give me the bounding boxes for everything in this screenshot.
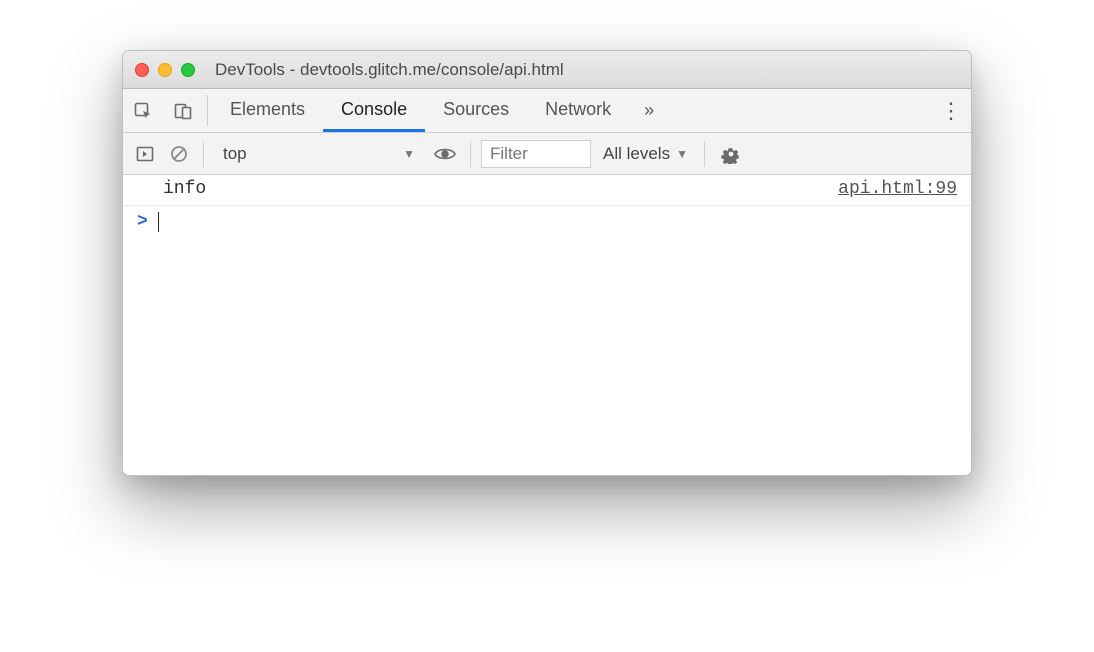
console-output: info api.html:99 >: [123, 175, 971, 475]
log-message: info: [163, 179, 206, 199]
tab-network[interactable]: Network: [527, 89, 629, 132]
tab-console[interactable]: Console: [323, 89, 425, 132]
chevron-down-icon: ▼: [403, 147, 415, 161]
maximize-window-icon[interactable]: [181, 63, 195, 77]
panel-tabbar: Elements Console Sources Network » ⋮: [123, 89, 971, 133]
menu-kebab-icon[interactable]: ⋮: [931, 89, 971, 132]
text-cursor: [158, 212, 159, 232]
settings-gear-icon[interactable]: [715, 144, 747, 164]
live-expression-icon[interactable]: [430, 146, 460, 162]
filter-input[interactable]: [481, 140, 591, 168]
tab-elements[interactable]: Elements: [212, 89, 323, 132]
log-source-link[interactable]: api.html:99: [838, 179, 957, 199]
console-prompt[interactable]: >: [123, 206, 971, 238]
window-controls: [135, 63, 195, 77]
more-tabs-icon[interactable]: »: [629, 89, 669, 132]
window-title: DevTools - devtools.glitch.me/console/ap…: [209, 60, 959, 80]
prompt-caret-icon: >: [137, 212, 148, 232]
inspect-element-icon[interactable]: [123, 89, 163, 132]
toolbar-divider: [470, 141, 471, 167]
clear-console-icon[interactable]: [165, 140, 193, 168]
close-window-icon[interactable]: [135, 63, 149, 77]
panel-tabs: Elements Console Sources Network: [212, 89, 629, 132]
context-label: top: [223, 144, 247, 164]
context-selector[interactable]: top ▼: [214, 139, 424, 169]
devtools-window: DevTools - devtools.glitch.me/console/ap…: [122, 50, 972, 476]
chevron-down-icon: ▼: [676, 147, 688, 161]
titlebar: DevTools - devtools.glitch.me/console/ap…: [123, 51, 971, 89]
toggle-sidebar-icon[interactable]: [131, 140, 159, 168]
log-levels-selector[interactable]: All levels ▼: [597, 144, 694, 164]
log-levels-label: All levels: [603, 144, 670, 164]
tab-sources[interactable]: Sources: [425, 89, 527, 132]
toolbar-divider: [203, 141, 204, 167]
toolbar-divider: [704, 141, 705, 167]
tabbar-divider: [207, 95, 208, 126]
device-toolbar-icon[interactable]: [163, 89, 203, 132]
log-row[interactable]: info api.html:99: [123, 175, 971, 206]
console-toolbar: top ▼ All levels ▼: [123, 133, 971, 175]
minimize-window-icon[interactable]: [158, 63, 172, 77]
